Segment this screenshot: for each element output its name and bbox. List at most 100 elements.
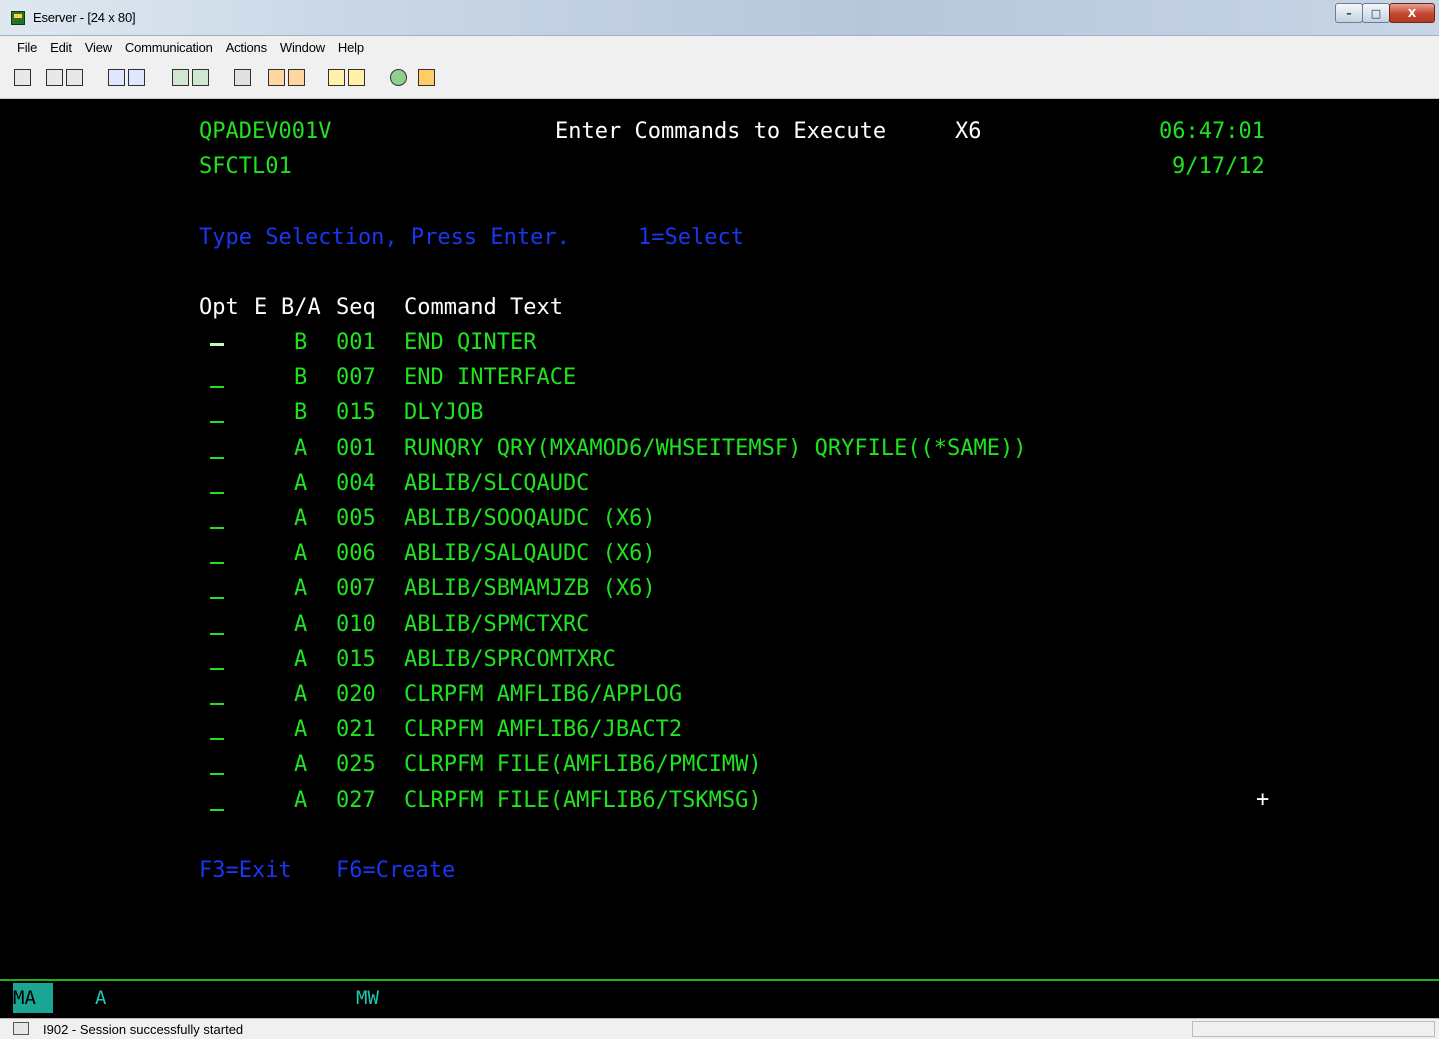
edit-macro-icon[interactable] bbox=[348, 69, 365, 86]
table-row: A 005 ABLIB/SOOQAUDC (X6) bbox=[0, 504, 1300, 539]
window-controls: – □ X bbox=[1335, 3, 1435, 23]
play-macro-icon[interactable] bbox=[328, 69, 345, 86]
macro-icon[interactable] bbox=[234, 69, 251, 86]
paste-icon[interactable] bbox=[66, 69, 83, 86]
option-hint: 1=Select bbox=[638, 225, 744, 250]
row-seq: 015 bbox=[336, 646, 376, 672]
copy-icon[interactable] bbox=[46, 69, 63, 86]
row-ba: A bbox=[294, 646, 308, 672]
screen-code: X6 bbox=[955, 119, 982, 144]
option-input[interactable] bbox=[210, 667, 224, 670]
row-command-text: ABLIB/SBMAMJZB (X6) bbox=[404, 576, 656, 602]
table-row: A 020 CLRPFM AMFLIB6/APPLOG bbox=[0, 680, 1300, 715]
table-row: A 021 CLRPFM AMFLIB6/JBACT2 bbox=[0, 715, 1300, 750]
oia-mode-indicator: MA bbox=[13, 983, 53, 1013]
row-ba: A bbox=[294, 541, 308, 567]
option-input[interactable] bbox=[210, 738, 224, 741]
print-screen-icon[interactable] bbox=[14, 69, 31, 86]
menu-help[interactable]: Help bbox=[338, 40, 364, 55]
table-row: B 015 DLYJOB bbox=[0, 398, 1300, 433]
receive-icon[interactable] bbox=[128, 69, 145, 86]
oia-field-a: A bbox=[95, 987, 107, 1009]
menu-window[interactable]: Window bbox=[280, 40, 325, 55]
row-command-text: END INTERFACE bbox=[404, 365, 577, 391]
table-row: A 006 ABLIB/SALQAUDC (X6) bbox=[0, 539, 1300, 574]
status-pane bbox=[1192, 1021, 1435, 1037]
instruction-text: Type Selection, Press Enter. bbox=[199, 225, 570, 250]
close-button[interactable]: X bbox=[1389, 3, 1435, 23]
row-command-text: ABLIB/SPMCTXRC bbox=[404, 611, 590, 637]
f6-create-key[interactable]: F6=Create bbox=[336, 856, 455, 886]
header-command-text: Command Text bbox=[404, 295, 563, 320]
option-input[interactable] bbox=[210, 386, 224, 389]
row-ba: B bbox=[294, 330, 308, 355]
more-indicator: + bbox=[1256, 787, 1270, 812]
row-seq: 007 bbox=[336, 576, 376, 602]
record-icon[interactable] bbox=[268, 69, 285, 86]
menu-communication[interactable]: Communication bbox=[125, 40, 213, 55]
row-seq: 015 bbox=[336, 400, 376, 426]
option-input[interactable] bbox=[210, 597, 224, 600]
row-ba: A bbox=[294, 787, 308, 813]
table-row: A 015 ABLIB/SPRCOMTXRC bbox=[0, 645, 1300, 680]
menu-edit[interactable]: Edit bbox=[50, 40, 72, 55]
table-row: A 025 CLRPFM FILE(AMFLIB6/PMCIMW) bbox=[0, 750, 1300, 785]
row-ba: B bbox=[294, 400, 308, 426]
row-seq: 007 bbox=[336, 365, 376, 391]
table-row: A 010 ABLIB/SPMCTXRC bbox=[0, 610, 1300, 645]
table-row: A 007 ABLIB/SBMAMJZB (X6) bbox=[0, 574, 1300, 609]
menu-view[interactable]: View bbox=[85, 40, 112, 55]
row-ba: A bbox=[294, 506, 308, 531]
window-title: Eserver - [24 x 80] bbox=[33, 10, 136, 25]
globe-icon[interactable] bbox=[390, 69, 407, 86]
row-command-text: CLRPFM FILE(AMFLIB6/TSKMSG) bbox=[404, 787, 762, 813]
session-icon bbox=[13, 1022, 29, 1035]
terminal-screen[interactable]: QPADEV001V Enter Commands to Execute X6 … bbox=[0, 100, 1439, 979]
maximize-button[interactable]: □ bbox=[1362, 3, 1390, 23]
row-ba: A bbox=[294, 717, 308, 743]
option-input[interactable] bbox=[210, 562, 224, 565]
row-seq: 025 bbox=[336, 752, 376, 778]
table-row: A 001 RUNQRY QRY(MXAMOD6/WHSEITEMSF) QRYFI… bbox=[0, 434, 1300, 469]
status-bar: I902 - Session successfully started bbox=[0, 1018, 1439, 1039]
option-input[interactable] bbox=[210, 456, 224, 459]
send-icon[interactable] bbox=[108, 69, 125, 86]
row-seq: 020 bbox=[336, 682, 376, 707]
option-input[interactable] bbox=[210, 808, 224, 811]
option-input[interactable] bbox=[210, 421, 224, 424]
option-input[interactable] bbox=[210, 632, 224, 635]
screen-title: Enter Commands to Execute bbox=[555, 119, 887, 144]
row-command-text: RUNQRY QRY(MXAMOD6/WHSEITEMSF) QRYFILE((… bbox=[404, 435, 1027, 461]
menu-file[interactable]: File bbox=[17, 40, 37, 55]
keyboard-icon[interactable] bbox=[192, 69, 209, 86]
minimize-button[interactable]: – bbox=[1335, 3, 1363, 23]
option-input[interactable] bbox=[210, 527, 224, 529]
option-input[interactable] bbox=[210, 703, 224, 705]
option-input[interactable] bbox=[210, 343, 224, 346]
row-seq: 004 bbox=[336, 470, 376, 496]
row-ba: A bbox=[294, 752, 308, 778]
program-name: SFCTL01 bbox=[199, 154, 292, 179]
system-time: 06:47:01 bbox=[1159, 119, 1265, 144]
row-command-text: ABLIB/SLCQAUDC bbox=[404, 470, 590, 496]
row-ba: A bbox=[294, 576, 308, 602]
row-command-text: ABLIB/SALQAUDC (X6) bbox=[404, 541, 656, 567]
row-seq: 005 bbox=[336, 506, 376, 531]
row-ba: B bbox=[294, 365, 308, 391]
stop-icon[interactable] bbox=[288, 69, 305, 86]
pencil-icon[interactable] bbox=[418, 69, 435, 86]
option-input[interactable] bbox=[210, 491, 224, 494]
display-icon[interactable] bbox=[172, 69, 189, 86]
row-command-text: CLRPFM FILE(AMFLIB6/PMCIMW) bbox=[404, 752, 762, 778]
option-input[interactable] bbox=[210, 773, 224, 776]
row-ba: A bbox=[294, 682, 308, 707]
header-ba: B/A bbox=[281, 295, 321, 320]
table-row: B 001 END QINTER bbox=[0, 328, 1300, 363]
f3-exit-key[interactable]: F3=Exit bbox=[199, 856, 292, 886]
toolbar bbox=[0, 59, 1439, 99]
emulator-app-icon[interactable] bbox=[11, 11, 25, 25]
header-opt: Opt bbox=[199, 295, 239, 320]
menu-bar: File Edit View Communication Actions Win… bbox=[0, 36, 1439, 59]
status-message: I902 - Session successfully started bbox=[43, 1022, 244, 1037]
menu-actions[interactable]: Actions bbox=[226, 40, 267, 55]
